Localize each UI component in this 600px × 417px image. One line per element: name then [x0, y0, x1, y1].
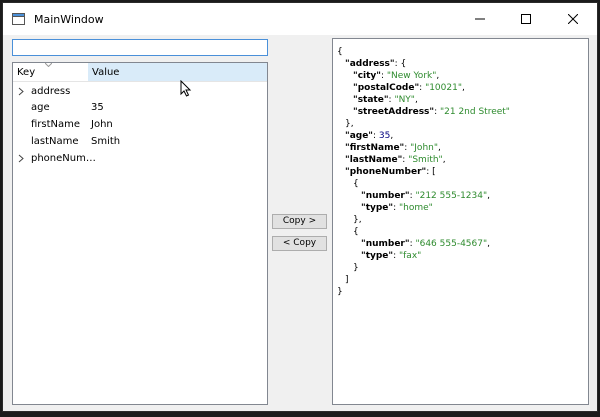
json-line: { — [337, 47, 343, 57]
json-line: "lastName": "Smith", — [345, 155, 446, 165]
tree-header: Key Value — [13, 63, 267, 82]
json-line: "address": { — [345, 59, 407, 69]
expand-chevron-icon[interactable] — [18, 154, 25, 163]
json-line: "postalCode": "10021", — [353, 83, 465, 93]
json-line: "streetAddress": "21 2nd Street" — [353, 107, 510, 117]
json-line: ] — [345, 275, 349, 285]
search-input[interactable] — [12, 39, 268, 56]
copy-right-button[interactable]: Copy > — [272, 214, 327, 229]
row-key: age — [31, 102, 50, 113]
json-line: }, — [345, 119, 354, 129]
row-key: firstName — [31, 119, 81, 130]
row-key: address — [31, 86, 71, 97]
json-tree-view[interactable]: Key Value address age 35 firstName John … — [12, 62, 268, 405]
value-column-header[interactable]: Value — [92, 67, 119, 78]
expand-chevron-icon[interactable] — [18, 87, 25, 96]
tree-row-firstname[interactable]: firstName John — [13, 117, 267, 133]
json-line: "number": "646 555-4567", — [361, 239, 490, 249]
app-icon — [12, 13, 25, 25]
title-bar[interactable]: MainWindow — [3, 3, 597, 35]
json-line: "state": "NY", — [353, 95, 418, 105]
json-line: "type": "home" — [361, 203, 433, 213]
close-icon — [568, 14, 578, 24]
key-column-header[interactable]: Key — [17, 67, 35, 78]
mouse-cursor-icon — [180, 80, 192, 97]
row-value: Smith — [91, 136, 121, 147]
main-window: MainWindow Key Value address age 35 firs… — [3, 3, 597, 411]
minimize-button[interactable] — [458, 3, 504, 35]
tree-row-address[interactable]: address — [13, 84, 267, 100]
row-key: phoneNum… — [31, 153, 96, 164]
json-line: } — [353, 263, 359, 273]
tree-row-lastname[interactable]: lastName Smith — [13, 134, 267, 150]
row-key: lastName — [31, 136, 79, 147]
row-value: 35 — [91, 102, 104, 113]
maximize-icon — [521, 14, 531, 24]
json-line: "age": 35, — [345, 131, 394, 141]
json-line: "type": "fax" — [361, 251, 422, 261]
sort-chevron-icon — [45, 63, 52, 67]
json-line: { — [353, 227, 359, 237]
json-text-editor[interactable]: { "address": { "city": "New York", "post… — [332, 38, 589, 405]
json-line: }, — [353, 215, 362, 225]
json-line: "firstName": "John", — [345, 143, 441, 153]
json-line: } — [337, 287, 343, 297]
copy-left-button[interactable]: < Copy — [272, 236, 327, 251]
maximize-button[interactable] — [504, 3, 550, 35]
tree-row-phonenumber[interactable]: phoneNum… — [13, 151, 267, 167]
row-value: John — [91, 119, 113, 130]
minimize-icon — [475, 18, 485, 20]
json-line: "phoneNumber": [ — [345, 167, 436, 177]
json-line: "number": "212 555-1234", — [361, 191, 490, 201]
tree-row-age[interactable]: age 35 — [13, 100, 267, 116]
window-title: MainWindow — [34, 13, 104, 26]
json-line: "city": "New York", — [353, 71, 440, 81]
json-line: { — [353, 179, 359, 189]
close-button[interactable] — [551, 3, 597, 35]
